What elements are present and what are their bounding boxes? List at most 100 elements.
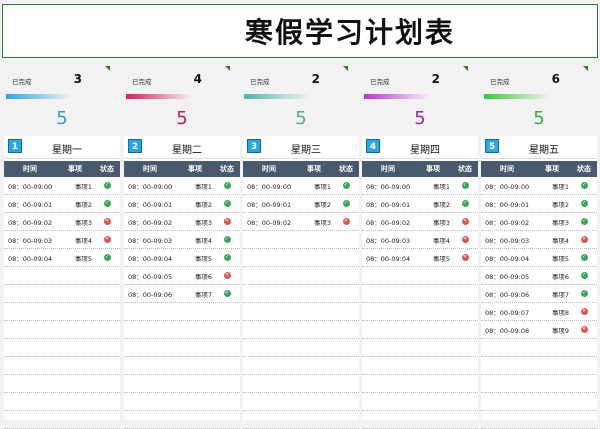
page-title: 寒假学习计划表 bbox=[244, 16, 455, 49]
table-row bbox=[243, 267, 359, 285]
check-icon: ✓ bbox=[580, 290, 588, 297]
status-cell: ✕ bbox=[571, 326, 597, 333]
table-row bbox=[4, 303, 120, 321]
column-item: 事项 bbox=[188, 165, 202, 173]
stat-label: 已完成 bbox=[490, 78, 510, 86]
status-cell: ✓ bbox=[94, 254, 120, 261]
cross-icon: ✕ bbox=[103, 218, 111, 225]
item-cell: 事项3 bbox=[74, 218, 92, 227]
table-row: 08：00-09:05 事项6 ✓ bbox=[481, 267, 597, 285]
check-icon: ✓ bbox=[342, 182, 350, 189]
item-cell: 事项1 bbox=[432, 182, 450, 191]
table-row bbox=[124, 375, 240, 393]
table-row: 08：00-09:02 事项3 ✕ bbox=[124, 213, 240, 231]
status-cell: ✓ bbox=[571, 272, 597, 279]
title-box: 寒假学习计划表 bbox=[2, 4, 598, 58]
progress-bar bbox=[364, 94, 430, 99]
table-row bbox=[243, 249, 359, 267]
stat-label: 已完成 bbox=[250, 78, 270, 86]
status-cell: ✕ bbox=[452, 236, 478, 243]
table-header: 时间 事项 状态 bbox=[243, 161, 359, 177]
day-name: 星期一 bbox=[52, 145, 82, 156]
check-icon: ✓ bbox=[223, 254, 231, 261]
table-row bbox=[362, 321, 478, 339]
day-panel: 5 星期五 时间 事项 状态 08：00-09:00 事项1 ✓ 08：00-09:01 事项2 ✓… bbox=[481, 136, 597, 429]
status-cell: ✓ bbox=[571, 290, 597, 297]
cross-icon: ✕ bbox=[342, 218, 350, 225]
item-cell: 事项2 bbox=[313, 200, 331, 209]
table-row: 08：00-09:05 事项6 ✕ bbox=[124, 267, 240, 285]
table-row: 08：00-09:08 事项9 ✕ bbox=[481, 321, 597, 339]
table-header: 时间 事项 状态 bbox=[481, 161, 597, 177]
time-cell: 08：00-09:05 bbox=[485, 272, 530, 281]
item-cell: 事项6 bbox=[551, 272, 569, 281]
item-cell: 事项3 bbox=[194, 218, 212, 227]
item-cell: 事项3 bbox=[432, 218, 450, 227]
cross-icon: ✕ bbox=[223, 272, 231, 279]
stat-card: 已完成 3 bbox=[2, 66, 110, 102]
day-header: 2 星期二 bbox=[124, 136, 240, 159]
stat-card: 已完成 6 bbox=[480, 66, 588, 102]
item-cell: 事项7 bbox=[194, 290, 212, 299]
day-name: 星期二 bbox=[172, 145, 202, 156]
table-row bbox=[4, 321, 120, 339]
table-row: 08：00-09:01 事项2 ✓ bbox=[124, 195, 240, 213]
stat-card: 已完成 4 bbox=[122, 66, 230, 102]
check-icon: ✓ bbox=[223, 182, 231, 189]
status-cell: ✕ bbox=[94, 218, 120, 225]
table-row bbox=[362, 285, 478, 303]
table-row bbox=[481, 339, 597, 357]
total-count: 5 bbox=[414, 108, 426, 129]
stat-card: 已完成 2 bbox=[240, 66, 348, 102]
time-cell: 08：00-09:03 bbox=[366, 236, 411, 245]
item-cell: 事项4 bbox=[74, 236, 92, 245]
item-cell: 事项4 bbox=[194, 236, 212, 245]
check-icon: ✓ bbox=[223, 200, 231, 207]
table-row bbox=[243, 231, 359, 249]
table-row bbox=[481, 393, 597, 411]
status-cell: ✓ bbox=[571, 200, 597, 207]
table-row: 08：00-09:00 事项1 ✓ bbox=[481, 177, 597, 195]
stat-card: 已完成 2 bbox=[360, 66, 468, 102]
day-panel: 4 星期四 时间 事项 状态 08：00-09:00 事项1 ✓ 08：00-09:01 事项2 ✓… bbox=[362, 136, 478, 429]
progress-bar bbox=[484, 94, 550, 99]
table-row bbox=[124, 339, 240, 357]
table-row bbox=[243, 393, 359, 411]
column-item: 事项 bbox=[426, 165, 440, 173]
table-row: 08：00-09:00 事项1 ✓ bbox=[124, 177, 240, 195]
table-row: 08：00-09:04 事项5 ✕ bbox=[362, 249, 478, 267]
cross-icon: ✕ bbox=[461, 218, 469, 225]
corner-mark bbox=[225, 66, 230, 71]
time-cell: 08：00-09:01 bbox=[366, 200, 411, 209]
time-cell: 08：00-09:02 bbox=[8, 218, 53, 227]
column-item: 事项 bbox=[307, 165, 321, 173]
table-row bbox=[4, 267, 120, 285]
item-cell: 事项4 bbox=[432, 236, 450, 245]
column-item: 事项 bbox=[68, 165, 82, 173]
status-cell: ✕ bbox=[571, 236, 597, 243]
time-cell: 08：00-09:01 bbox=[485, 200, 530, 209]
completed-count: 3 bbox=[73, 72, 82, 86]
check-icon: ✓ bbox=[223, 290, 231, 297]
table-row bbox=[124, 411, 240, 429]
table-row bbox=[4, 357, 120, 375]
table-row bbox=[362, 357, 478, 375]
status-cell: ✓ bbox=[214, 290, 240, 297]
table-row bbox=[481, 411, 597, 429]
completed-count: 2 bbox=[431, 72, 440, 86]
table-row bbox=[362, 411, 478, 429]
table-row: 08：00-09:03 事项4 ✕ bbox=[481, 231, 597, 249]
item-cell: 事项2 bbox=[194, 200, 212, 209]
table-row bbox=[124, 357, 240, 375]
day-panel: 3 星期三 时间 事项 状态 08：00-09:00 事项1 ✓ 08：00-09:01 事项2 ✓… bbox=[243, 136, 359, 429]
table-row bbox=[362, 267, 478, 285]
time-cell: 08：00-09:03 bbox=[485, 236, 530, 245]
check-icon: ✓ bbox=[342, 200, 350, 207]
corner-mark bbox=[105, 66, 110, 71]
table-row: 08：00-09:04 事项5 ✓ bbox=[481, 249, 597, 267]
table-row bbox=[243, 303, 359, 321]
table-row bbox=[243, 375, 359, 393]
status-cell: ✓ bbox=[94, 200, 120, 207]
status-cell: ✓ bbox=[333, 182, 359, 189]
check-icon: ✓ bbox=[223, 236, 231, 243]
